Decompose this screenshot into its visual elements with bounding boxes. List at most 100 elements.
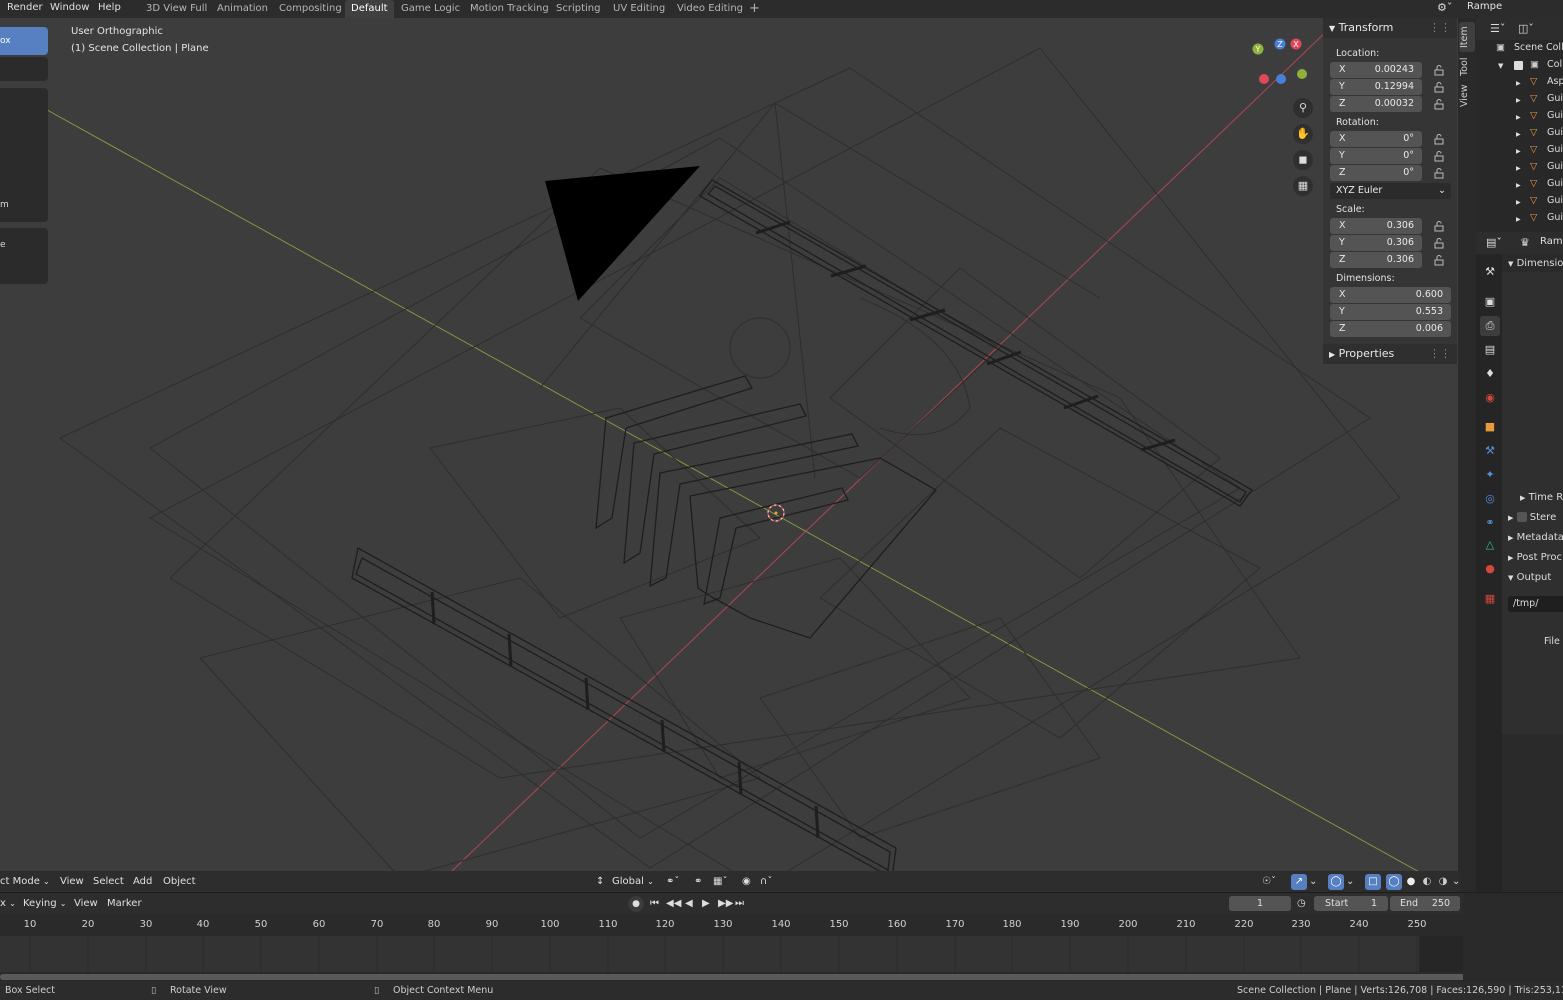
solid-shading-icon[interactable]: ●: [1404, 874, 1418, 890]
outliner-item[interactable]: ▶ ▽ Gui: [1476, 161, 1563, 178]
play-icon[interactable]: ▶: [702, 896, 710, 912]
camera-view-icon[interactable]: ◼: [1293, 150, 1313, 170]
tab-uv-editing[interactable]: UV Editing: [607, 0, 671, 18]
output-icon[interactable]: ⎙: [1480, 316, 1500, 336]
zoom-icon[interactable]: ⚲: [1293, 98, 1313, 118]
tab-item[interactable]: Item: [1459, 22, 1475, 52]
tool-button-2[interactable]: [0, 57, 48, 81]
timeline-area[interactable]: [0, 936, 1463, 972]
proportional-edit-icon[interactable]: ◉: [742, 874, 751, 890]
outliner-item[interactable]: ▶ ▽ Gui: [1476, 178, 1563, 195]
scene-props-icon[interactable]: ♦: [1480, 364, 1500, 384]
metadata-section[interactable]: ▶ Metadata: [1508, 532, 1563, 543]
menu-add[interactable]: Add: [133, 874, 152, 890]
tab-3d-view-full[interactable]: 3D View Full: [140, 0, 213, 18]
tab-motion-tracking[interactable]: Motion Tracking: [464, 0, 555, 18]
physics-icon[interactable]: ◎: [1480, 489, 1500, 509]
pivot-point-icon[interactable]: ⚭ˇ: [666, 874, 679, 890]
location-z-field[interactable]: Z 0.00032: [1330, 96, 1422, 112]
lock-rotation-z-icon[interactable]: [1433, 167, 1445, 179]
world-icon[interactable]: ◉: [1480, 388, 1500, 408]
timeline-mode-select[interactable]: x ⌄: [0, 896, 16, 912]
post-processing-section[interactable]: ▶ Post Proc: [1508, 552, 1562, 563]
view-layer-icon[interactable]: ▤: [1480, 340, 1500, 360]
filter-icon[interactable]: ◫ˇ: [1518, 22, 1534, 35]
tab-animation[interactable]: Animation: [211, 0, 274, 18]
jump-start-icon[interactable]: ⏮: [650, 896, 659, 912]
material-shading-icon[interactable]: ◐: [1420, 874, 1434, 890]
timeline-scrollbar[interactable]: [0, 972, 1466, 982]
location-y-field[interactable]: Y 0.12994: [1330, 79, 1422, 95]
outliner-item[interactable]: ▶ ▽ Gui: [1476, 93, 1563, 110]
jump-prev-keyframe-icon[interactable]: ◀◀: [666, 896, 681, 912]
tab-compositing[interactable]: Compositing: [273, 0, 348, 18]
checkbox-icon[interactable]: [1514, 61, 1523, 70]
end-frame-field[interactable]: End 250: [1390, 896, 1460, 911]
xray-toggle-icon[interactable]: □: [1365, 874, 1381, 890]
stereoscopy-section[interactable]: ▶ Stere: [1508, 512, 1556, 523]
snap-toggle-icon[interactable]: ⚭: [694, 874, 702, 890]
dimensions-y-field[interactable]: Y 0.553: [1330, 304, 1451, 320]
lock-rotation-x-icon[interactable]: [1433, 133, 1445, 145]
modifier-wrench-icon[interactable]: ⚒: [1480, 441, 1500, 461]
shading-menu-icon[interactable]: ⌄: [1452, 874, 1460, 890]
outliner-scene-collection[interactable]: ▣Scene Colle: [1476, 42, 1563, 59]
gizmo-menu-icon[interactable]: ⌄: [1309, 874, 1317, 890]
outliner-item[interactable]: ▶ ▽ Asp: [1476, 76, 1563, 93]
menu-help[interactable]: Help: [94, 0, 125, 18]
tool-group[interactable]: [0, 88, 48, 198]
jump-end-icon[interactable]: ⏭: [735, 896, 744, 912]
rotation-mode-select[interactable]: XYZ Euler ⌄: [1330, 183, 1451, 199]
rotation-x-field[interactable]: X 0°: [1330, 131, 1422, 147]
outliner-collection[interactable]: ▼ ▣ Coll: [1476, 59, 1563, 76]
clock-icon[interactable]: ◷: [1297, 896, 1306, 912]
overlays-menu-icon[interactable]: ⌄: [1346, 874, 1354, 890]
outliner-item[interactable]: ▶ ▽ Gui: [1476, 127, 1563, 144]
scene-name[interactable]: Rampe: [1467, 1, 1502, 12]
lock-location-z-icon[interactable]: [1433, 98, 1445, 110]
scale-x-field[interactable]: X 0.306: [1330, 218, 1422, 234]
menu-select[interactable]: Select: [93, 874, 124, 890]
tool-settings-icon[interactable]: ⚒: [1480, 262, 1500, 282]
rendered-shading-icon[interactable]: ◑: [1436, 874, 1450, 890]
start-frame-field[interactable]: Start 1: [1314, 896, 1388, 911]
grid-toggle-icon[interactable]: ▦: [1293, 176, 1313, 196]
jump-next-keyframe-icon[interactable]: ▶▶: [718, 896, 733, 912]
rotation-z-field[interactable]: Z 0°: [1330, 165, 1422, 181]
record-keyframe-icon[interactable]: ●: [628, 896, 644, 912]
tab-tool[interactable]: Tool: [1459, 54, 1475, 80]
current-frame-field[interactable]: 1: [1229, 896, 1291, 911]
lock-location-x-icon[interactable]: [1433, 64, 1445, 76]
gizmo-toggle-icon[interactable]: ↗: [1291, 874, 1307, 890]
keying-menu[interactable]: Keying ⌄: [23, 896, 66, 912]
lock-scale-z-icon[interactable]: [1433, 254, 1445, 266]
outliner-item[interactable]: ▶ ▽ Gui: [1476, 110, 1563, 127]
constraints-icon[interactable]: ⚭: [1480, 513, 1500, 533]
timeline-menu-marker[interactable]: Marker: [107, 896, 142, 912]
transform-orientation-select[interactable]: Global ⌄: [612, 874, 654, 890]
scale-z-field[interactable]: Z 0.306: [1330, 252, 1422, 268]
pan-hand-icon[interactable]: ✋: [1293, 124, 1313, 144]
falloff-icon[interactable]: ∩ˇ: [760, 874, 772, 890]
lock-rotation-y-icon[interactable]: [1433, 150, 1445, 162]
tool-box-select[interactable]: ox: [0, 27, 48, 55]
properties-panel-header[interactable]: ▶ Properties ⋮⋮: [1323, 344, 1457, 364]
outliner-item[interactable]: ▶ ▽ Gui: [1476, 195, 1563, 212]
dimensions-z-field[interactable]: Z 0.006: [1330, 321, 1451, 337]
timeline-scroll-thumb[interactable]: [0, 974, 1466, 980]
stereoscopy-checkbox[interactable]: [1516, 512, 1527, 522]
add-workspace-button[interactable]: +: [743, 0, 766, 18]
dimensions-section[interactable]: ▼ Dimensio: [1508, 258, 1563, 269]
drag-handle-icon[interactable]: ⋮⋮: [1429, 18, 1451, 38]
dimensions-x-field[interactable]: X 0.600: [1330, 287, 1451, 303]
display-mode-icon[interactable]: ☰ˇ: [1490, 22, 1505, 35]
outliner-item[interactable]: ▶ ▽ Gui: [1476, 212, 1563, 229]
expand-arrow-icon[interactable]: ▼: [1498, 62, 1503, 70]
lock-scale-y-icon[interactable]: [1433, 237, 1445, 249]
object-props-icon[interactable]: ■: [1480, 417, 1500, 437]
scale-y-field[interactable]: Y 0.306: [1330, 235, 1422, 251]
tab-default[interactable]: Default: [345, 0, 394, 18]
play-reverse-icon[interactable]: ◀: [685, 896, 693, 912]
menu-window[interactable]: Window: [46, 0, 93, 18]
output-section[interactable]: ▼ Output: [1508, 572, 1551, 583]
